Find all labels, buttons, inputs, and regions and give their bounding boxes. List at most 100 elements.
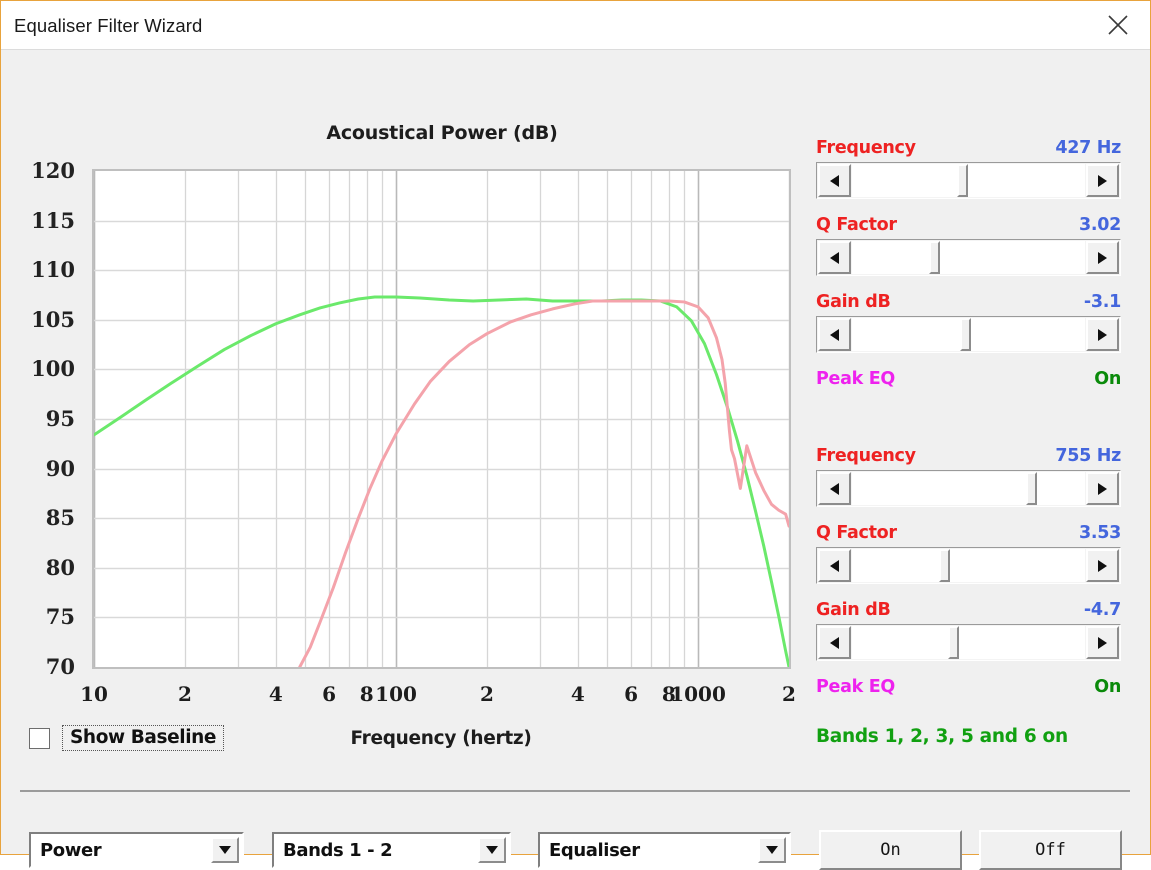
filter-type-row-2: Peak EQ On bbox=[816, 677, 1121, 701]
filter-type-row-1: Peak EQ On bbox=[816, 369, 1121, 393]
y-axis-tick-label: 110 bbox=[31, 257, 75, 283]
show-baseline-row: Show Baseline bbox=[29, 725, 225, 752]
frequency-1-thumb[interactable] bbox=[957, 164, 969, 197]
frequency-2-header: Frequency 755 Hz bbox=[816, 446, 1121, 470]
gain-1-value: -3.1 bbox=[1083, 292, 1121, 312]
frequency-1-scrollbar[interactable] bbox=[816, 162, 1121, 199]
filter-band-group-1: Frequency 427 Hz Q Factor 3.02 Gain dB -3.1 Pe… bbox=[816, 138, 1121, 393]
filter-type-state-2: On bbox=[1094, 677, 1121, 697]
plot-canvas bbox=[94, 171, 789, 667]
q-factor-2-value: 3.53 bbox=[1079, 523, 1121, 543]
filter-type-label-1: Peak EQ bbox=[816, 369, 895, 389]
gain-1-header: Gain dB -3.1 bbox=[816, 292, 1121, 316]
filter-type-state-1: On bbox=[1094, 369, 1121, 389]
gain-1-thumb[interactable] bbox=[959, 318, 971, 351]
x-axis-tick-label: 100 bbox=[375, 682, 417, 706]
gain-1-increase-arrow-icon[interactable] bbox=[1086, 318, 1119, 351]
frequency-2-increase-arrow-icon[interactable] bbox=[1086, 472, 1119, 505]
q-factor-2-label: Q Factor bbox=[816, 523, 897, 543]
window-title: Equaliser Filter Wizard bbox=[14, 15, 203, 36]
bands-combo-text: Bands 1 - 2 bbox=[283, 839, 393, 861]
x-axis-tick-label: 1000 bbox=[670, 682, 726, 706]
gain-1-scrollbar[interactable] bbox=[816, 316, 1121, 353]
y-axis-tick-label: 115 bbox=[31, 207, 75, 233]
x-axis-caption: Frequency (hertz) bbox=[350, 728, 532, 749]
gain-1-decrease-arrow-icon[interactable] bbox=[818, 318, 851, 351]
filter-type-label-2: Peak EQ bbox=[816, 677, 895, 697]
x-axis-tick-label: 4 bbox=[268, 682, 283, 706]
q-factor-1-value: 3.02 bbox=[1079, 215, 1121, 235]
gain-2-header: Gain dB -4.7 bbox=[816, 600, 1121, 624]
x-axis-tick-label: 10 bbox=[80, 682, 108, 706]
y-axis-tick-label: 90 bbox=[45, 455, 75, 481]
chevron-down-icon[interactable] bbox=[478, 837, 506, 863]
gain-2-increase-arrow-icon[interactable] bbox=[1086, 626, 1119, 659]
chevron-down-icon[interactable] bbox=[758, 837, 786, 863]
q-factor-1-increase-arrow-icon[interactable] bbox=[1086, 241, 1119, 274]
frequency-1-track[interactable] bbox=[852, 164, 1085, 197]
y-axis-tick-label: 75 bbox=[45, 604, 75, 630]
gain-2-thumb[interactable] bbox=[948, 626, 960, 659]
chart-title: Acoustical Power (dB) bbox=[326, 122, 558, 144]
frequency-2-thumb[interactable] bbox=[1025, 472, 1037, 505]
q-factor-2-track[interactable] bbox=[852, 549, 1085, 582]
q-factor-1-decrease-arrow-icon[interactable] bbox=[818, 241, 851, 274]
q-factor-2-thumb[interactable] bbox=[939, 549, 951, 582]
off-button[interactable]: Off bbox=[979, 830, 1122, 870]
equaliser-combo[interactable]: Equaliser bbox=[538, 832, 791, 868]
equaliser-filter-wizard-window: Equaliser Filter Wizard Acoustical Power… bbox=[0, 0, 1151, 870]
y-axis-tick-label: 80 bbox=[45, 554, 75, 580]
gain-2-scrollbar[interactable] bbox=[816, 624, 1121, 661]
bottom-separator bbox=[20, 790, 1130, 792]
acoustical-power-plot bbox=[92, 169, 791, 669]
frequency-2-track[interactable] bbox=[852, 472, 1085, 505]
display-mode-combo-text: Power bbox=[40, 839, 102, 861]
gain-2-value: -4.7 bbox=[1083, 600, 1121, 620]
y-axis-tick-label: 105 bbox=[31, 306, 75, 332]
q-factor-1-scrollbar[interactable] bbox=[816, 239, 1121, 276]
gain-2-decrease-arrow-icon[interactable] bbox=[818, 626, 851, 659]
gain-2-label: Gain dB bbox=[816, 600, 891, 620]
x-axis-tick-label: 2 bbox=[479, 682, 494, 706]
y-axis-tick-label: 100 bbox=[31, 356, 75, 382]
frequency-2-value: 755 Hz bbox=[1055, 446, 1121, 466]
frequency-2-decrease-arrow-icon[interactable] bbox=[818, 472, 851, 505]
q-factor-2-scrollbar[interactable] bbox=[816, 547, 1121, 584]
x-axis-tick-label: 2 bbox=[177, 682, 192, 706]
frequency-1-decrease-arrow-icon[interactable] bbox=[818, 164, 851, 197]
dialog-client-area: Acoustical Power (dB) 120 115 110 105 100 95 9… bbox=[1, 50, 1150, 870]
frequency-1-label: Frequency bbox=[816, 138, 916, 158]
show-baseline-checkbox[interactable] bbox=[29, 727, 50, 749]
bands-combo[interactable]: Bands 1 - 2 bbox=[272, 832, 511, 868]
x-axis-tick-label: 4 bbox=[570, 682, 585, 706]
y-axis-tick-label: 70 bbox=[45, 654, 75, 679]
on-button[interactable]: On bbox=[819, 830, 962, 870]
gain-1-track[interactable] bbox=[852, 318, 1085, 351]
y-axis-tick-label: 95 bbox=[45, 406, 75, 431]
q-factor-1-header: Q Factor 3.02 bbox=[816, 215, 1121, 239]
q-factor-2-decrease-arrow-icon[interactable] bbox=[818, 549, 851, 582]
y-axis-tick-label: 85 bbox=[45, 505, 75, 531]
frequency-1-header: Frequency 427 Hz bbox=[816, 138, 1121, 162]
q-factor-1-thumb[interactable] bbox=[929, 241, 941, 274]
x-axis-tick-label: 2 bbox=[782, 682, 796, 706]
frequency-1-value: 427 Hz bbox=[1055, 138, 1121, 158]
filter-band-group-2: Frequency 755 Hz Q Factor 3.53 Gain dB -4.7 Pe… bbox=[816, 446, 1121, 701]
equaliser-combo-text: Equaliser bbox=[549, 839, 640, 861]
bands-status-text: Bands 1, 2, 3, 5 and 6 on bbox=[816, 726, 1068, 747]
q-factor-1-label: Q Factor bbox=[816, 215, 897, 235]
title-bar: Equaliser Filter Wizard bbox=[1, 1, 1150, 50]
y-axis-tick-label: 120 bbox=[31, 158, 75, 183]
frequency-2-scrollbar[interactable] bbox=[816, 470, 1121, 507]
q-factor-2-header: Q Factor 3.53 bbox=[816, 523, 1121, 547]
chevron-down-icon[interactable] bbox=[211, 837, 239, 863]
frequency-2-label: Frequency bbox=[816, 446, 916, 466]
gain-1-label: Gain dB bbox=[816, 292, 891, 312]
frequency-1-increase-arrow-icon[interactable] bbox=[1086, 164, 1119, 197]
show-baseline-label[interactable]: Show Baseline bbox=[62, 725, 225, 752]
close-icon[interactable] bbox=[1086, 1, 1150, 49]
gain-2-track[interactable] bbox=[852, 626, 1085, 659]
q-factor-2-increase-arrow-icon[interactable] bbox=[1086, 549, 1119, 582]
display-mode-combo[interactable]: Power bbox=[29, 832, 244, 868]
q-factor-1-track[interactable] bbox=[852, 241, 1085, 274]
